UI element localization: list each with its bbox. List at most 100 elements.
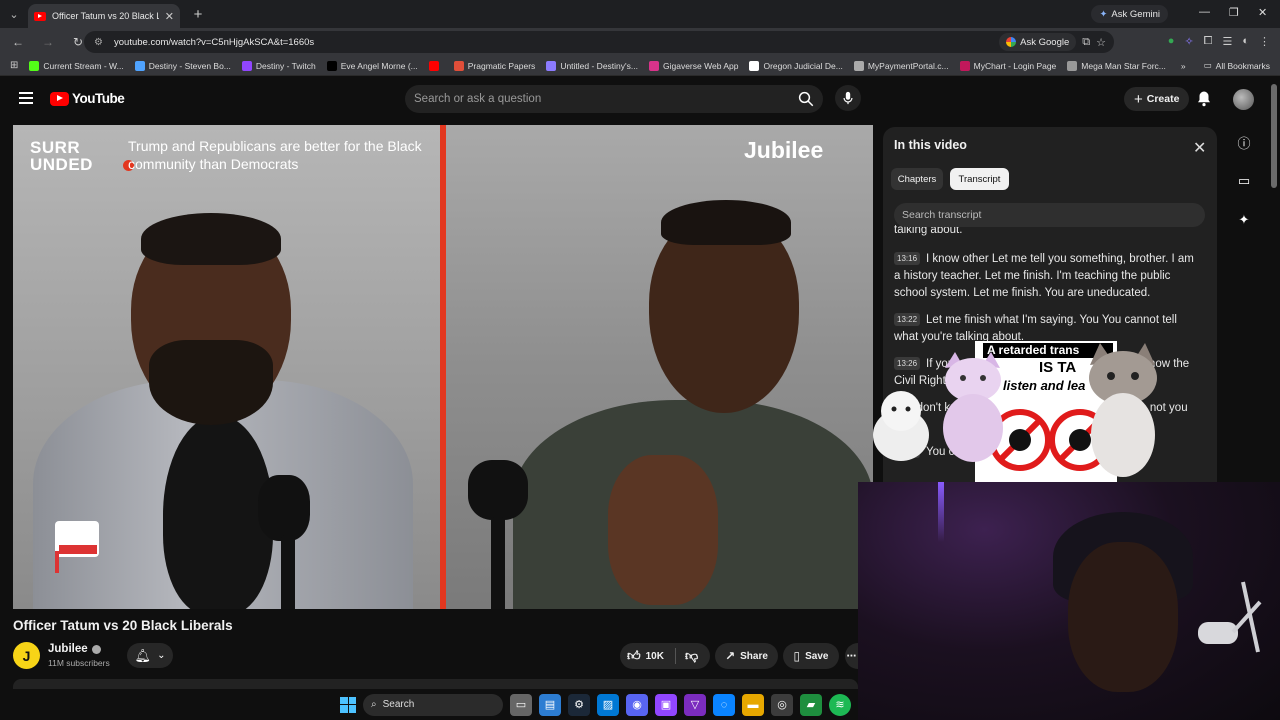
browser-menu-icon[interactable]: ⋮ (1259, 35, 1270, 48)
create-button[interactable]: + Create (1124, 87, 1190, 111)
photos-app-icon[interactable]: ▨ (597, 693, 619, 716)
folder-icon: ▭ (1203, 60, 1212, 70)
bookmark-item[interactable]: Untitled - Destiny's... (546, 60, 638, 71)
nvidia-icon[interactable]: ▰ (800, 693, 822, 716)
ask-google-button[interactable]: Ask Google (999, 33, 1077, 51)
like-button[interactable]: 👍︎ 10K (627, 648, 664, 664)
reading-list-icon[interactable]: ☰ (1222, 35, 1232, 48)
voice-search-button[interactable] (835, 85, 861, 111)
window-close-icon[interactable]: ✕ (1258, 6, 1267, 19)
transcript-timestamp[interactable]: 13:26 (894, 357, 921, 371)
photos-icon[interactable]: ▤ (539, 693, 561, 716)
bookmark-label: Pragmatic Papers (467, 60, 536, 71)
bookmark-item[interactable]: Eve Angel Morne (... (326, 60, 418, 71)
transcript-text: I know other Let me tell you something, … (894, 253, 1194, 299)
discord-icon[interactable]: ◉ (626, 693, 648, 716)
save-button[interactable]: ▯ Save (783, 643, 839, 669)
description-box[interactable] (13, 679, 858, 689)
site-info-icon[interactable]: ⚙ (94, 37, 108, 48)
ask-ai-sparkle-icon[interactable]: ✦ (1232, 208, 1256, 232)
bookmark-label: MyChart - Login Page (973, 60, 1057, 71)
windows-start-icon[interactable] (340, 696, 356, 713)
bookmark-item[interactable]: Pragmatic Papers (453, 60, 536, 71)
tab-title: Officer Tatum vs 20 Black Liberals (52, 11, 159, 21)
restore-icon[interactable]: ❐ (1229, 6, 1239, 19)
bookmark-item[interactable]: Mega Man Star Forc... (1067, 60, 1166, 71)
subscription-bell-button[interactable]: 🔔︎ ⌄ (127, 643, 173, 668)
bookmark-item[interactable]: Oregon Judicial De... (749, 60, 843, 71)
share-button[interactable]: ↗ Share (715, 643, 778, 669)
bookmark-label: Destiny - Steven Bo... (148, 60, 231, 71)
search-placeholder: Search or ask a question (414, 93, 542, 105)
bookmark-item[interactable]: Destiny - Steven Bo... (134, 60, 231, 71)
hamburger-menu-icon[interactable] (19, 92, 33, 104)
extension-icon[interactable]: ✧ (1184, 35, 1193, 48)
extension-icon[interactable]: ● (1168, 35, 1175, 48)
chat-icon[interactable]: ▭ (1232, 169, 1256, 193)
speaker-right-hair (661, 200, 791, 245)
file-explorer-icon[interactable]: ▬ (742, 693, 764, 716)
account-avatar[interactable] (1233, 89, 1254, 110)
address-bar[interactable]: ⚙ youtube.com/watch?v=C5nHjgAkSCA&t=1660… (84, 31, 1114, 53)
youtube-logo[interactable]: YouTube (50, 91, 125, 106)
twitch-icon[interactable]: ▣ (655, 693, 677, 716)
save-label: Save (805, 650, 829, 662)
new-tab-icon[interactable]: + (186, 6, 210, 23)
bookmark-item[interactable] (428, 60, 443, 71)
browser-tab-active[interactable]: Officer Tatum vs 20 Black Liberals ✕ (28, 4, 180, 28)
back-icon[interactable]: ← (6, 35, 30, 49)
speaker-left-beard (149, 340, 273, 425)
tab-transcript[interactable]: Transcript (950, 168, 1009, 190)
transcript-timestamp[interactable]: 13:22 (894, 313, 921, 327)
cat-sticker-gray-icon (1089, 343, 1157, 477)
bookmark-item[interactable]: MyPaymentPortal.c... (853, 60, 949, 71)
minimize-icon[interactable]: — (1199, 6, 1210, 18)
tab-chapters[interactable]: Chapters (891, 168, 943, 190)
channel-avatar[interactable]: J (13, 642, 40, 669)
thumbs-down-icon[interactable]: 👎︎ (685, 648, 698, 664)
bookmark-favicon-icon (241, 60, 252, 71)
speaker-left-hair (141, 213, 281, 265)
bookmark-favicon-icon (649, 60, 659, 71)
extensions-puzzle-icon[interactable]: ⧠ (1204, 35, 1213, 48)
close-panel-icon[interactable]: ✕ (1193, 138, 1206, 158)
steam-icon[interactable]: ⚙ (568, 693, 590, 716)
profile-icon[interactable]: ◐ (1242, 35, 1249, 48)
bookmark-label: Oregon Judicial De... (763, 60, 843, 71)
bookmark-item[interactable]: Destiny - Twitch (241, 60, 316, 71)
verified-badge-icon (91, 644, 101, 654)
all-bookmarks-button[interactable]: » ▭ All Bookmarks (1181, 60, 1270, 71)
omnibox-actions: Ask Google ⧉ ☆ (999, 33, 1106, 51)
transcript-timestamp[interactable]: 13:16 (894, 252, 921, 266)
plus-icon: + (1134, 90, 1143, 108)
task-view-icon[interactable]: ▭ (510, 693, 532, 716)
tab-search-icon[interactable]: ⌄ (0, 0, 28, 28)
bookmark-star-icon[interactable]: ☆ (1096, 36, 1106, 49)
youtube-favicon-icon (34, 11, 46, 21)
bookmark-item[interactable]: Gigaverse Web App (649, 60, 738, 71)
forward-icon[interactable]: → (36, 35, 60, 49)
spotify-icon[interactable]: ≋ (829, 693, 851, 716)
more-actions-button[interactable]: ⋯ (845, 643, 858, 669)
youtube-logo-text: YouTube (72, 91, 125, 106)
vpn-icon[interactable]: ▽ (684, 693, 706, 716)
chrome-icon[interactable]: ◎ (771, 693, 793, 716)
more-bookmarks-icon[interactable]: » (1181, 61, 1186, 71)
youtube-search-input[interactable]: Search or ask a question (405, 85, 823, 113)
edge-icon[interactable]: ◌ (713, 693, 735, 716)
search-icon[interactable] (797, 90, 815, 108)
install-app-icon[interactable]: ⧉ (1082, 36, 1090, 49)
video-player[interactable]: SURR UNDED Trump and Republicans are bet… (13, 125, 873, 609)
bookmark-item[interactable]: MyChart - Login Page (959, 60, 1057, 71)
transcript-segment[interactable]: 13:16 I know other Let me tell you someth… (894, 251, 1200, 302)
bookmark-item[interactable]: Current Stream - W... (29, 60, 124, 71)
taskbar-search-input[interactable]: ⌕ Search (363, 693, 503, 716)
ask-gemini-button[interactable]: ✦ Ask Gemini (1091, 5, 1168, 23)
transcript-search-input[interactable]: Search transcript (894, 203, 1205, 227)
channel-name[interactable]: Jubilee (48, 643, 101, 655)
close-tab-icon[interactable]: ✕ (165, 10, 174, 23)
notifications-bell-icon[interactable] (1196, 90, 1212, 107)
page-scrollbar[interactable] (1271, 84, 1277, 188)
apps-grid-icon[interactable]: ⊞ (10, 60, 18, 71)
info-icon[interactable]: ⓘ (1232, 130, 1256, 154)
